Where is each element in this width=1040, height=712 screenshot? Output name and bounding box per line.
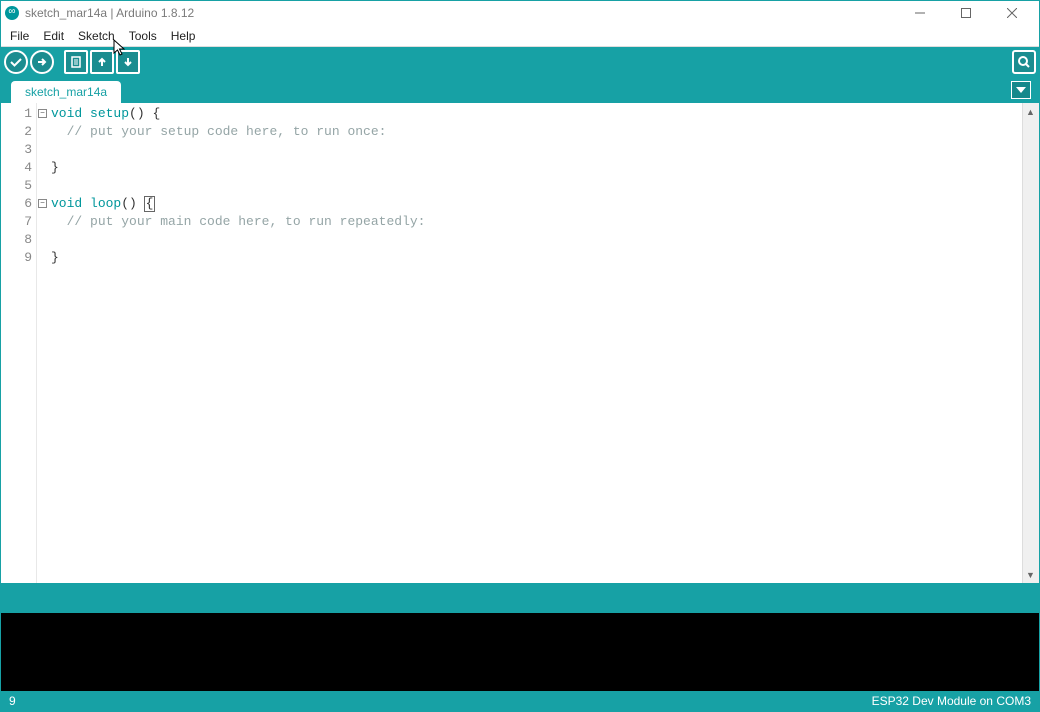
code-line[interactable]: void setup() { (51, 105, 1022, 123)
line-number-gutter: 1−23456−789 (1, 103, 37, 583)
code-line[interactable]: } (51, 249, 1022, 267)
code-line[interactable] (51, 231, 1022, 249)
open-sketch-button[interactable] (90, 50, 114, 74)
close-button[interactable] (989, 1, 1035, 25)
minimize-button[interactable] (897, 1, 943, 25)
menu-sketch[interactable]: Sketch (71, 27, 122, 45)
new-sketch-button[interactable] (64, 50, 88, 74)
line-number: 9 (1, 249, 36, 267)
status-strip (1, 583, 1039, 613)
scroll-up-button[interactable]: ▲ (1023, 103, 1038, 120)
line-indicator: 9 (9, 694, 16, 708)
line-number: 3 (1, 141, 36, 159)
line-number: 2 (1, 123, 36, 141)
menu-edit[interactable]: Edit (36, 27, 71, 45)
line-number: 6− (1, 195, 36, 213)
title-bar: sketch_mar14a | Arduino 1.8.12 (1, 1, 1039, 25)
line-number: 5 (1, 177, 36, 195)
tab-menu-button[interactable] (1011, 81, 1031, 99)
vertical-scrollbar[interactable]: ▲ ▼ (1022, 103, 1039, 583)
scroll-down-button[interactable]: ▼ (1023, 566, 1038, 583)
menu-help[interactable]: Help (164, 27, 203, 45)
menu-bar: File Edit Sketch Tools Help (1, 25, 1039, 47)
line-number: 4 (1, 159, 36, 177)
verify-button[interactable] (4, 50, 28, 74)
line-number: 8 (1, 231, 36, 249)
serial-monitor-button[interactable] (1012, 50, 1036, 74)
console-output[interactable] (1, 613, 1039, 691)
tab-bar: sketch_mar14a (1, 77, 1039, 103)
menu-file[interactable]: File (3, 27, 36, 45)
line-number: 7 (1, 213, 36, 231)
line-number: 1− (1, 105, 36, 123)
code-line[interactable]: void loop() { (51, 195, 1022, 213)
code-line[interactable] (51, 177, 1022, 195)
upload-button[interactable] (30, 50, 54, 74)
code-line[interactable] (51, 141, 1022, 159)
tab-sketch[interactable]: sketch_mar14a (11, 81, 121, 103)
board-port-label: ESP32 Dev Module on COM3 (872, 694, 1031, 708)
save-sketch-button[interactable] (116, 50, 140, 74)
code-area[interactable]: void setup() { // put your setup code he… (37, 103, 1022, 583)
footer-bar: 9 ESP32 Dev Module on COM3 (1, 691, 1039, 711)
toolbar (1, 47, 1039, 77)
code-line[interactable]: // put your setup code here, to run once… (51, 123, 1022, 141)
code-line[interactable]: } (51, 159, 1022, 177)
code-editor[interactable]: 1−23456−789 void setup() { // put your s… (1, 103, 1039, 583)
code-line[interactable]: // put your main code here, to run repea… (51, 213, 1022, 231)
maximize-button[interactable] (943, 1, 989, 25)
arduino-logo-icon (5, 6, 19, 20)
window-title: sketch_mar14a | Arduino 1.8.12 (25, 6, 194, 20)
menu-tools[interactable]: Tools (122, 27, 164, 45)
